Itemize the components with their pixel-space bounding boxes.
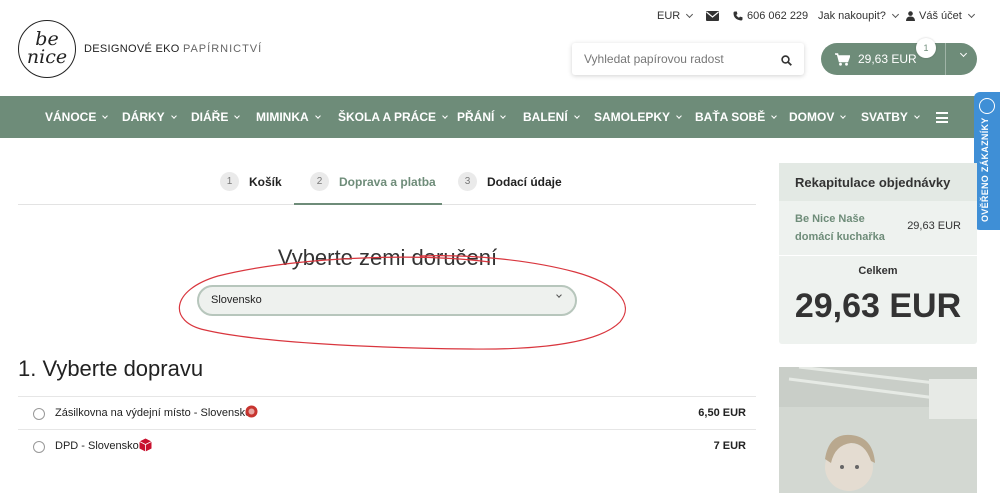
search-icon[interactable] — [781, 53, 792, 71]
chevron-down-icon — [556, 292, 562, 298]
summary-total-label: Celkem — [858, 265, 898, 277]
active-step-indicator — [294, 203, 442, 205]
chevron-down-icon — [573, 112, 580, 119]
nav-label: SAMOLEPKY — [594, 110, 671, 124]
chevron-down-icon — [891, 10, 899, 19]
chevron-down-icon[interactable] — [959, 49, 968, 58]
currency-label: EUR — [657, 10, 681, 22]
logo-name: DESIGNOVÉ EKO — [84, 43, 180, 55]
summary-divider — [779, 255, 977, 256]
country-select[interactable]: Slovensko — [197, 285, 577, 316]
order-summary: Rekapitulace objednávky Be Nice Naše dom… — [779, 163, 977, 344]
how-to-buy-label: Jak nakoupit? — [818, 10, 886, 22]
account-menu[interactable]: Váš účet — [906, 10, 975, 22]
promo-image — [779, 367, 977, 493]
chevron-down-icon — [500, 112, 507, 119]
nav-label: DIÁŘE — [191, 110, 229, 124]
phone-link[interactable]: 606 062 229 — [733, 10, 808, 22]
cart-icon — [835, 52, 850, 66]
nav-item-miminka[interactable]: MIMINKA — [256, 110, 321, 124]
shipping-option-label: DPD - Slovensko — [55, 440, 139, 452]
chevron-down-icon — [676, 112, 682, 119]
nav-item-svatby[interactable]: SVATBY — [861, 110, 920, 124]
nav-item-baleni[interactable]: BALENÍ — [523, 110, 580, 124]
top-utility-bar: EUR 606 062 229 Jak nakoupit? Váš účet — [0, 0, 1000, 34]
step-label: Doprava a platba — [339, 174, 436, 189]
chevron-down-icon — [686, 10, 694, 19]
chevron-down-icon — [840, 112, 847, 119]
shipping-option[interactable]: Zásilkovna na výdejní místo - Slovensko … — [18, 396, 756, 429]
radio-button[interactable] — [33, 441, 45, 453]
nav-item-skola-a-prace[interactable]: ŠKOLA A PRÁCE — [338, 110, 448, 124]
nav-label: DÁRKY — [122, 110, 165, 124]
shipping-option-label: Zásilkovna na výdejní místo - Slovensko — [55, 407, 252, 419]
verified-reviews-label: OVĚŘENO ZÁKAZNÍKY — [980, 117, 990, 222]
cart-amount: 29,63 EUR — [858, 52, 917, 66]
chevron-down-icon — [170, 112, 177, 119]
chevron-down-icon — [234, 112, 241, 119]
globe-icon — [979, 98, 995, 114]
nav-item-domov[interactable]: DOMOV — [789, 110, 847, 124]
nav-item-darky[interactable]: DÁRKY — [122, 110, 177, 124]
chevron-down-icon — [967, 10, 975, 19]
search-input[interactable] — [572, 43, 762, 75]
nav-label: BAŤA SOBĚ — [695, 110, 766, 124]
chevron-down-icon — [771, 112, 778, 119]
chevron-down-icon — [914, 112, 920, 119]
step-number: 3 — [458, 172, 477, 191]
nav-label: PŘÁNÍ — [457, 110, 495, 124]
search-box — [572, 43, 804, 75]
nav-item-bata-sobe[interactable]: BAŤA SOBĚ — [695, 110, 778, 124]
nav-item-samolepky[interactable]: SAMOLEPKY — [594, 110, 682, 124]
logo[interactable]: be nice — [18, 20, 76, 78]
step-number: 2 — [310, 172, 329, 191]
currency-selector[interactable]: EUR — [657, 10, 694, 22]
zasilkovna-icon — [245, 405, 258, 421]
cart-count-badge: 1 — [916, 38, 936, 58]
hamburger-menu-icon[interactable] — [936, 112, 948, 126]
shipping-option-price: 7 EUR — [713, 440, 746, 452]
step-label: Košík — [249, 174, 282, 189]
nav-label: ŠKOLA A PRÁCE — [338, 110, 437, 124]
nav-label: MIMINKA — [256, 110, 309, 124]
step-cart[interactable]: 1 Košík — [220, 172, 282, 191]
summary-total-value: 29,63 EUR — [794, 287, 962, 325]
logo-mark-nice: nice — [26, 46, 68, 68]
how-to-buy-menu[interactable]: Jak nakoupit? — [818, 10, 899, 22]
nav-label: DOMOV — [789, 110, 835, 124]
phone-number: 606 062 229 — [747, 10, 809, 22]
step-shipping-payment[interactable]: 2 Doprava a platba — [310, 172, 436, 191]
shipping-heading: 1. Vyberte dopravu — [18, 356, 204, 381]
nav-item-prani[interactable]: PŘÁNÍ — [457, 110, 507, 124]
nav-item-diare[interactable]: DIÁŘE — [191, 110, 241, 124]
chevron-down-icon — [442, 112, 448, 119]
step-number: 1 — [220, 172, 239, 191]
verified-reviews-tab[interactable]: OVĚŘENO ZÁKAZNÍKY — [974, 92, 1000, 230]
user-icon — [906, 11, 915, 21]
chevron-down-icon — [102, 112, 109, 119]
phone-icon — [733, 11, 743, 21]
cart-button[interactable]: 29,63 EUR — [821, 43, 977, 75]
logo-suffix: PAPÍRNICTVÍ — [182, 43, 263, 55]
logo-tagline: DESIGNOVÉ EKO PAPÍRNICTVÍ — [84, 43, 262, 55]
envelope-icon[interactable] — [706, 11, 719, 21]
nav-label: BALENÍ — [523, 110, 568, 124]
radio-button[interactable] — [33, 408, 45, 420]
cart-divider — [945, 43, 946, 75]
shipping-option[interactable]: DPD - Slovensko 7 EUR — [18, 429, 756, 462]
chevron-down-icon — [314, 112, 321, 119]
nav-label: VÁNOCE — [45, 110, 97, 124]
step-label: Dodací údaje — [487, 174, 562, 189]
nav-label: SVATBY — [861, 110, 908, 124]
country-heading: Vyberte zemi doručení — [277, 245, 498, 270]
step-delivery-details[interactable]: 3 Dodací údaje — [458, 172, 562, 191]
order-summary-title: Rekapitulace objednávky — [779, 163, 977, 201]
nav-item-vanoce[interactable]: VÁNOCE — [45, 110, 109, 124]
account-label: Váš účet — [919, 10, 962, 22]
summary-product-name[interactable]: Be Nice Naše domácí kuchařka — [795, 210, 905, 246]
summary-product-price: 29,63 EUR — [907, 220, 961, 232]
country-selected-value: Slovensko — [211, 294, 262, 306]
shipping-option-price: 6,50 EUR — [698, 407, 746, 419]
dpd-icon — [139, 438, 152, 455]
